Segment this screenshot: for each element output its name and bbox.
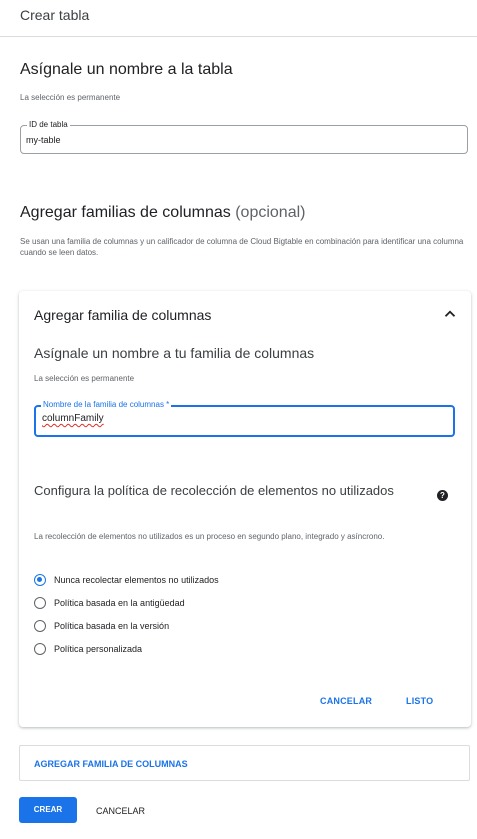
family-name-label: Nombre de la familia de columnas * — [41, 399, 172, 411]
family-name-field[interactable]: Nombre de la familia de columnas * colum… — [34, 399, 455, 437]
family-name-heading: Asígnale un nombre a tu familia de colum… — [34, 345, 315, 361]
page-title: Crear tabla — [20, 7, 90, 23]
gc-option-custom[interactable]: Política personalizada — [34, 641, 142, 657]
family-name-input[interactable]: columnFamily — [42, 413, 104, 424]
cancel-button[interactable]: CANCELAR — [96, 806, 145, 816]
table-id-field[interactable]: ID de tabla my-table — [20, 119, 468, 154]
column-family-card: Agregar familia de columnas Asígnale un … — [19, 291, 471, 727]
card-title: Agregar familia de columnas — [34, 307, 212, 323]
gc-policy-heading: Configura la política de recolección de … — [34, 483, 394, 498]
radio-icon[interactable] — [34, 620, 46, 632]
table-id-label: ID de tabla — [27, 119, 70, 131]
gc-option-label: Nunca recolectar elementos no utilizados — [54, 575, 219, 585]
radio-icon[interactable] — [34, 643, 46, 655]
gc-option-label: Política basada en la antigüedad — [54, 598, 185, 608]
table-name-heading: Asígnale un nombre a la tabla — [20, 61, 233, 78]
card-done-button[interactable]: LISTO — [406, 696, 433, 706]
table-name-subtitle: La selección es permanente — [20, 93, 121, 102]
column-families-description: Se usan una familia de columnas y un cal… — [20, 237, 464, 257]
radio-checked-icon[interactable] — [34, 574, 46, 586]
add-column-family-label: AGREGAR FAMILIA DE COLUMNAS — [34, 759, 188, 769]
add-column-family-button[interactable]: AGREGAR FAMILIA DE COLUMNAS — [19, 745, 470, 781]
help-icon[interactable]: ? — [437, 490, 448, 501]
chevron-up-icon[interactable] — [441, 305, 459, 323]
radio-icon[interactable] — [34, 597, 46, 609]
gc-option-never[interactable]: Nunca recolectar elementos no utilizados — [34, 572, 219, 588]
page-header: Crear tabla — [0, 0, 477, 37]
table-id-input[interactable]: my-table — [26, 135, 61, 145]
column-families-heading-text: Agregar familias de columnas — [20, 204, 231, 221]
gc-option-age[interactable]: Política basada en la antigüedad — [34, 595, 185, 611]
create-button[interactable]: CREAR — [19, 797, 77, 823]
card-cancel-button[interactable]: CANCELAR — [320, 696, 372, 706]
family-name-subtitle: La selección es permanente — [34, 374, 135, 383]
gc-policy-description: La recolección de elementos no utilizado… — [34, 532, 385, 541]
gc-option-label: Política basada en la versión — [54, 621, 170, 631]
optional-label: (opcional) — [235, 204, 306, 221]
gc-option-version[interactable]: Política basada en la versión — [34, 618, 169, 634]
gc-option-label: Política personalizada — [54, 644, 143, 654]
column-families-heading: Agregar familias de columnas (opcional) — [20, 204, 305, 222]
